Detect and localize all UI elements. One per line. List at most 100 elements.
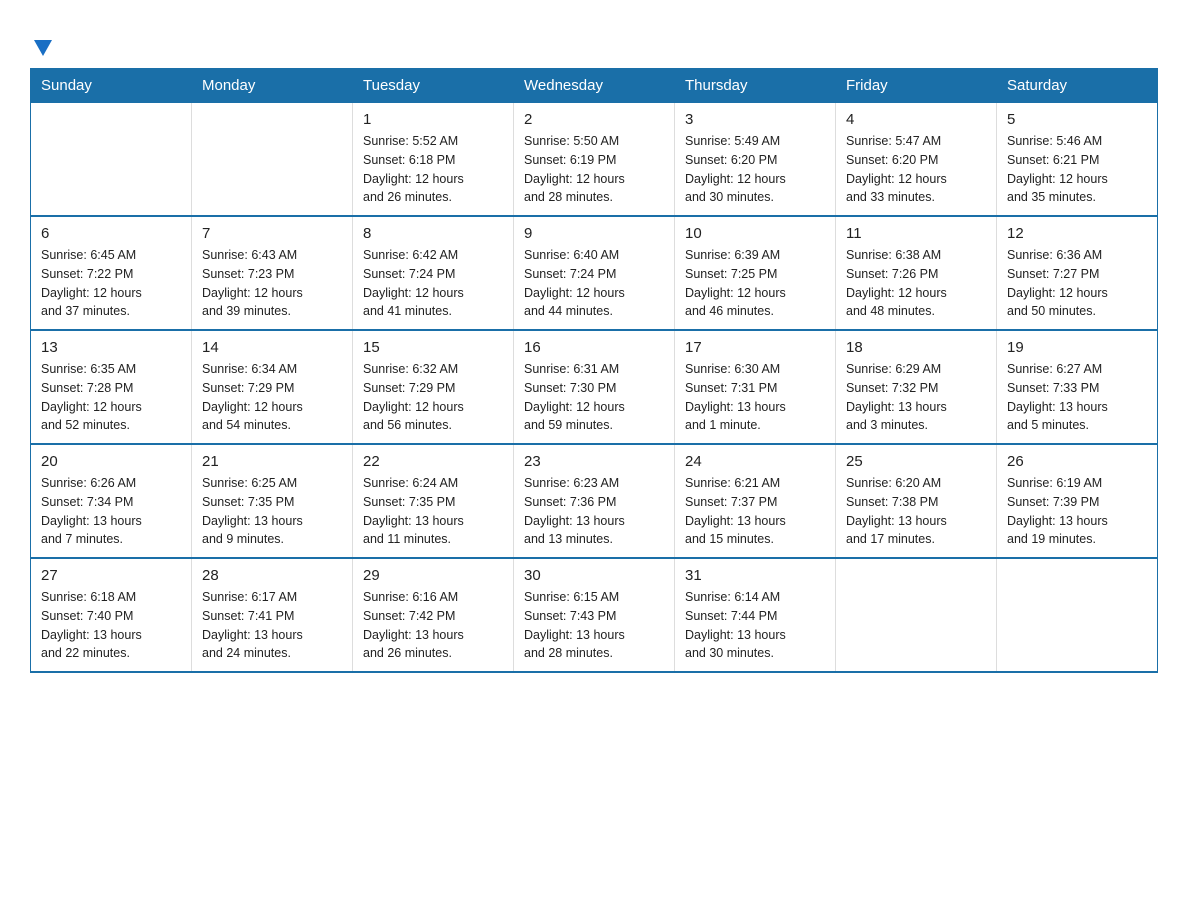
day-info: Sunrise: 6:20 AM Sunset: 7:38 PM Dayligh… <box>846 474 986 549</box>
day-number: 6 <box>41 225 181 242</box>
calendar-day-header: Thursday <box>675 69 836 103</box>
calendar-day-header: Tuesday <box>353 69 514 103</box>
day-number: 23 <box>524 453 664 470</box>
calendar-cell: 12 Sunrise: 6:36 AM Sunset: 7:27 PM Dayli… <box>997 216 1158 330</box>
calendar-cell <box>836 558 997 672</box>
calendar-cell: 21 Sunrise: 6:25 AM Sunset: 7:35 PM Dayli… <box>192 444 353 558</box>
day-number: 28 <box>202 567 342 584</box>
day-number: 21 <box>202 453 342 470</box>
day-info: Sunrise: 6:18 AM Sunset: 7:40 PM Dayligh… <box>41 588 181 663</box>
logo <box>30 30 54 58</box>
day-info: Sunrise: 6:14 AM Sunset: 7:44 PM Dayligh… <box>685 588 825 663</box>
calendar-cell: 1 Sunrise: 5:52 AM Sunset: 6:18 PM Daylig… <box>353 103 514 217</box>
day-number: 7 <box>202 225 342 242</box>
day-info: Sunrise: 6:26 AM Sunset: 7:34 PM Dayligh… <box>41 474 181 549</box>
calendar-week-row: 1 Sunrise: 5:52 AM Sunset: 6:18 PM Daylig… <box>31 103 1158 217</box>
calendar-week-row: 6 Sunrise: 6:45 AM Sunset: 7:22 PM Daylig… <box>31 216 1158 330</box>
calendar-cell: 6 Sunrise: 6:45 AM Sunset: 7:22 PM Daylig… <box>31 216 192 330</box>
day-number: 1 <box>363 111 503 128</box>
day-number: 29 <box>363 567 503 584</box>
calendar-cell: 13Sunrise: 6:35 AM Sunset: 7:28 PM Dayli… <box>31 330 192 444</box>
calendar-cell: 23 Sunrise: 6:23 AM Sunset: 7:36 PM Dayli… <box>514 444 675 558</box>
logo-triangle-icon <box>32 36 54 58</box>
day-number: 24 <box>685 453 825 470</box>
day-info: Sunrise: 6:27 AM Sunset: 7:33 PM Dayligh… <box>1007 360 1147 435</box>
day-info: Sunrise: 5:52 AM Sunset: 6:18 PM Dayligh… <box>363 132 503 207</box>
day-info: Sunrise: 6:15 AM Sunset: 7:43 PM Dayligh… <box>524 588 664 663</box>
day-info: Sunrise: 6:23 AM Sunset: 7:36 PM Dayligh… <box>524 474 664 549</box>
calendar-cell: 9 Sunrise: 6:40 AM Sunset: 7:24 PM Daylig… <box>514 216 675 330</box>
day-info: Sunrise: 6:35 AM Sunset: 7:28 PM Dayligh… <box>41 360 181 435</box>
day-info: Sunrise: 5:47 AM Sunset: 6:20 PM Dayligh… <box>846 132 986 207</box>
calendar-cell: 31 Sunrise: 6:14 AM Sunset: 7:44 PM Dayli… <box>675 558 836 672</box>
calendar-cell: 17Sunrise: 6:30 AM Sunset: 7:31 PM Dayli… <box>675 330 836 444</box>
calendar-cell: 11 Sunrise: 6:38 AM Sunset: 7:26 PM Dayli… <box>836 216 997 330</box>
calendar-table: SundayMondayTuesdayWednesdayThursdayFrid… <box>30 68 1158 673</box>
day-number: 18 <box>846 339 986 356</box>
day-number: 31 <box>685 567 825 584</box>
day-info: Sunrise: 6:31 AM Sunset: 7:30 PM Dayligh… <box>524 360 664 435</box>
calendar-cell <box>31 103 192 217</box>
calendar-day-header: Saturday <box>997 69 1158 103</box>
day-info: Sunrise: 6:19 AM Sunset: 7:39 PM Dayligh… <box>1007 474 1147 549</box>
calendar-cell: 10Sunrise: 6:39 AM Sunset: 7:25 PM Dayli… <box>675 216 836 330</box>
calendar-cell: 20 Sunrise: 6:26 AM Sunset: 7:34 PM Dayli… <box>31 444 192 558</box>
calendar-cell: 2 Sunrise: 5:50 AM Sunset: 6:19 PM Daylig… <box>514 103 675 217</box>
calendar-cell: 15 Sunrise: 6:32 AM Sunset: 7:29 PM Dayli… <box>353 330 514 444</box>
day-number: 19 <box>1007 339 1147 356</box>
day-info: Sunrise: 5:50 AM Sunset: 6:19 PM Dayligh… <box>524 132 664 207</box>
calendar-cell: 24 Sunrise: 6:21 AM Sunset: 7:37 PM Dayli… <box>675 444 836 558</box>
day-info: Sunrise: 6:40 AM Sunset: 7:24 PM Dayligh… <box>524 246 664 321</box>
day-number: 2 <box>524 111 664 128</box>
day-info: Sunrise: 6:39 AM Sunset: 7:25 PM Dayligh… <box>685 246 825 321</box>
calendar-day-header: Friday <box>836 69 997 103</box>
calendar-cell <box>192 103 353 217</box>
day-info: Sunrise: 6:16 AM Sunset: 7:42 PM Dayligh… <box>363 588 503 663</box>
day-number: 26 <box>1007 453 1147 470</box>
day-number: 14 <box>202 339 342 356</box>
calendar-cell: 16 Sunrise: 6:31 AM Sunset: 7:30 PM Dayli… <box>514 330 675 444</box>
calendar-cell: 25Sunrise: 6:20 AM Sunset: 7:38 PM Dayli… <box>836 444 997 558</box>
day-info: Sunrise: 5:49 AM Sunset: 6:20 PM Dayligh… <box>685 132 825 207</box>
calendar-cell: 14 Sunrise: 6:34 AM Sunset: 7:29 PM Dayli… <box>192 330 353 444</box>
calendar-day-header: Monday <box>192 69 353 103</box>
calendar-cell: 7 Sunrise: 6:43 AM Sunset: 7:23 PM Daylig… <box>192 216 353 330</box>
day-info: Sunrise: 6:24 AM Sunset: 7:35 PM Dayligh… <box>363 474 503 549</box>
calendar-cell: 3Sunrise: 5:49 AM Sunset: 6:20 PM Daylig… <box>675 103 836 217</box>
day-info: Sunrise: 6:34 AM Sunset: 7:29 PM Dayligh… <box>202 360 342 435</box>
day-number: 30 <box>524 567 664 584</box>
calendar-cell: 29 Sunrise: 6:16 AM Sunset: 7:42 PM Dayli… <box>353 558 514 672</box>
day-number: 8 <box>363 225 503 242</box>
day-number: 9 <box>524 225 664 242</box>
day-number: 20 <box>41 453 181 470</box>
calendar-cell: 22 Sunrise: 6:24 AM Sunset: 7:35 PM Dayli… <box>353 444 514 558</box>
calendar-day-header: Sunday <box>31 69 192 103</box>
day-info: Sunrise: 6:36 AM Sunset: 7:27 PM Dayligh… <box>1007 246 1147 321</box>
day-info: Sunrise: 6:43 AM Sunset: 7:23 PM Dayligh… <box>202 246 342 321</box>
day-number: 27 <box>41 567 181 584</box>
calendar-cell: 18 Sunrise: 6:29 AM Sunset: 7:32 PM Dayli… <box>836 330 997 444</box>
day-number: 12 <box>1007 225 1147 242</box>
calendar-cell: 28Sunrise: 6:17 AM Sunset: 7:41 PM Dayli… <box>192 558 353 672</box>
day-number: 4 <box>846 111 986 128</box>
calendar-week-row: 27 Sunrise: 6:18 AM Sunset: 7:40 PM Dayli… <box>31 558 1158 672</box>
day-info: Sunrise: 6:32 AM Sunset: 7:29 PM Dayligh… <box>363 360 503 435</box>
day-info: Sunrise: 6:38 AM Sunset: 7:26 PM Dayligh… <box>846 246 986 321</box>
calendar-week-row: 20 Sunrise: 6:26 AM Sunset: 7:34 PM Dayli… <box>31 444 1158 558</box>
day-number: 15 <box>363 339 503 356</box>
day-info: Sunrise: 5:46 AM Sunset: 6:21 PM Dayligh… <box>1007 132 1147 207</box>
day-number: 16 <box>524 339 664 356</box>
day-number: 11 <box>846 225 986 242</box>
day-number: 22 <box>363 453 503 470</box>
day-info: Sunrise: 6:29 AM Sunset: 7:32 PM Dayligh… <box>846 360 986 435</box>
day-info: Sunrise: 6:25 AM Sunset: 7:35 PM Dayligh… <box>202 474 342 549</box>
calendar-cell: 4 Sunrise: 5:47 AM Sunset: 6:20 PM Daylig… <box>836 103 997 217</box>
calendar-header-row: SundayMondayTuesdayWednesdayThursdayFrid… <box>31 69 1158 103</box>
calendar-cell: 8 Sunrise: 6:42 AM Sunset: 7:24 PM Daylig… <box>353 216 514 330</box>
calendar-week-row: 13Sunrise: 6:35 AM Sunset: 7:28 PM Dayli… <box>31 330 1158 444</box>
day-info: Sunrise: 6:45 AM Sunset: 7:22 PM Dayligh… <box>41 246 181 321</box>
day-number: 5 <box>1007 111 1147 128</box>
day-info: Sunrise: 6:21 AM Sunset: 7:37 PM Dayligh… <box>685 474 825 549</box>
calendar-cell: 19 Sunrise: 6:27 AM Sunset: 7:33 PM Dayli… <box>997 330 1158 444</box>
day-info: Sunrise: 6:42 AM Sunset: 7:24 PM Dayligh… <box>363 246 503 321</box>
